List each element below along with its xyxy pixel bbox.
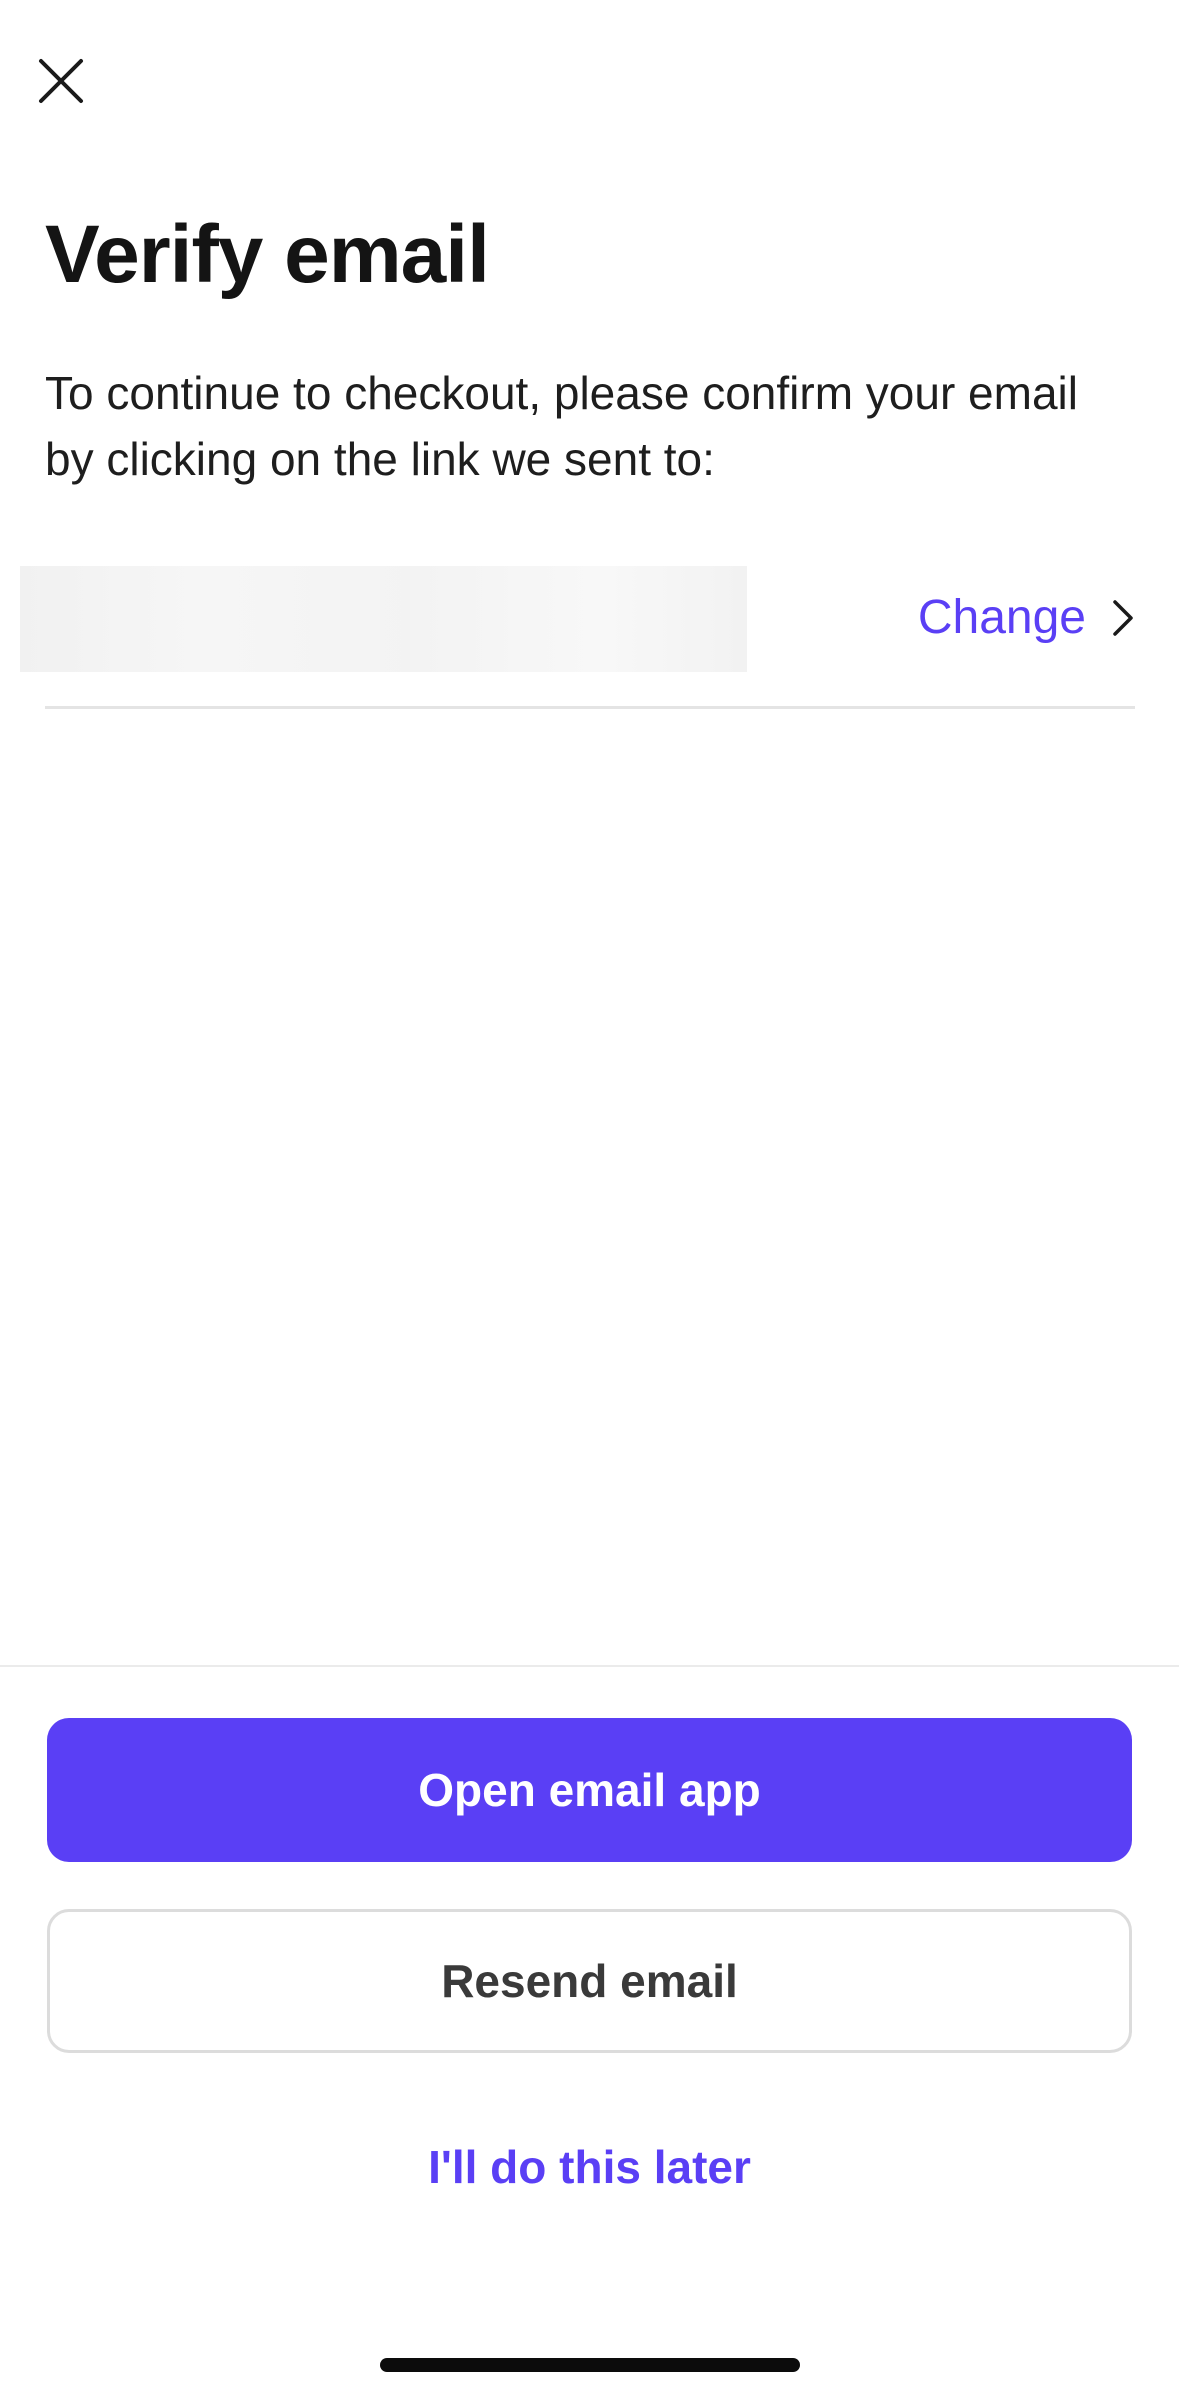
close-button[interactable] [22, 42, 100, 120]
verify-description: To continue to checkout, please confirm … [45, 367, 1078, 485]
change-email-link[interactable]: Change [918, 590, 1134, 645]
close-icon [39, 59, 83, 103]
page-title: Verify email [45, 209, 490, 300]
email-divider [45, 706, 1135, 709]
open-email-app-button[interactable]: Open email app [47, 1718, 1132, 1862]
footer-divider [0, 1665, 1179, 1667]
home-indicator [380, 2358, 800, 2372]
resend-email-button[interactable]: Resend email [47, 1909, 1132, 2053]
email-row: Change [0, 560, 1179, 710]
do-later-link[interactable]: I'll do this later [0, 2140, 1179, 2194]
chevron-right-icon [1113, 599, 1133, 636]
change-label: Change [917, 591, 1086, 644]
email-address-redacted [20, 566, 747, 672]
